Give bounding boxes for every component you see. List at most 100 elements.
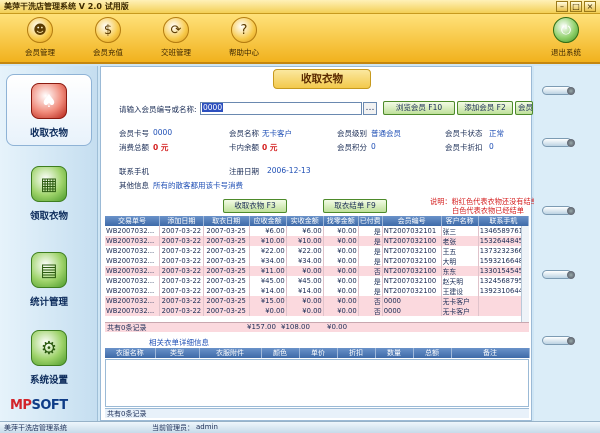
help-center-label: 帮助中心 <box>229 48 259 57</box>
detail-header-row: 衣服名称 类型 衣服附件 颜色 单价 折扣 数量 总额 备注 <box>105 348 530 358</box>
panel-title: 收取衣物 <box>273 69 371 89</box>
col-header[interactable]: 类型 <box>155 348 200 358</box>
table-cell: 是 <box>358 256 383 266</box>
col-header[interactable]: 联系手机 <box>478 216 530 226</box>
table-row[interactable]: WB2007032... 2007-03-22 2007-03-25 ¥22.00 ¥2… <box>105 246 530 256</box>
table-cell: ¥14.00 <box>249 286 287 296</box>
table-cell: 王建设 <box>441 286 479 296</box>
member-manage-f4-button[interactable]: 会员管理 F4 <box>515 101 533 115</box>
add-member-button[interactable]: 添加会员 F2 <box>457 101 513 115</box>
col-header[interactable]: 会员编号 <box>382 216 442 226</box>
table-cell: ¥0.00 <box>323 226 359 236</box>
col-header[interactable]: 取衣日期 <box>203 216 250 226</box>
records-body: WB2007032... 2007-03-22 2007-03-25 ¥6.00 ¥6.… <box>105 226 530 316</box>
search-label: 请输入会员编号或名称: <box>119 105 197 114</box>
exit-button[interactable]: ⏻ 退出系统 <box>536 17 596 61</box>
table-cell: ¥0.00 <box>286 306 324 316</box>
table-cell: 大明 <box>441 256 479 266</box>
col-header[interactable]: 应收金额 <box>249 216 287 226</box>
records-scrollbar[interactable] <box>521 226 529 322</box>
other-info-label: 其他信息 <box>119 181 149 190</box>
nav-item-pickup[interactable]: ▦ 领取衣物 <box>6 158 92 230</box>
decor-knob <box>542 206 575 215</box>
close-icon[interactable]: × <box>584 1 596 12</box>
mpsoft-logo: MPSOFT <box>10 398 68 413</box>
card-discount-value: 0 <box>489 142 494 151</box>
shift-icon: ⟳ <box>163 17 189 43</box>
member-search-input[interactable]: 0000 <box>200 102 362 115</box>
col-header[interactable]: 交易单号 <box>105 216 161 226</box>
table-row[interactable]: WB2007032... 2007-03-22 2007-03-25 ¥34.00 ¥3… <box>105 256 530 266</box>
col-header[interactable]: 添加日期 <box>159 216 204 226</box>
window-controls: – □ × <box>556 1 596 12</box>
receive-clothes-button[interactable]: 收取衣物 F3 <box>223 199 287 213</box>
table-cell: NT2007032100 <box>382 266 442 276</box>
col-header[interactable]: 颜色 <box>261 348 300 358</box>
status-admin-label: 当前管理员： <box>152 424 194 432</box>
col-header[interactable]: 实收金额 <box>286 216 324 226</box>
member-manage-button[interactable]: ☻ 会员管理 <box>10 17 70 61</box>
table-row[interactable]: WB2007032... 2007-03-22 2007-03-25 ¥11.00 ¥0… <box>105 266 530 276</box>
table-cell: 老张 <box>441 236 479 246</box>
table-row[interactable]: WB2007032... 2007-03-22 2007-03-25 ¥45.00 ¥4… <box>105 276 530 286</box>
window-title: 美萍干洗店管理系统 V 2.0 试用版 <box>4 2 129 11</box>
table-cell: ¥0.00 <box>323 266 359 276</box>
decor-knob <box>542 336 575 345</box>
table-row[interactable]: WB2007032... 2007-03-22 2007-03-25 ¥6.00 ¥6.… <box>105 226 530 236</box>
col-header[interactable]: 数量 <box>375 348 414 358</box>
col-header[interactable]: 折扣 <box>337 348 376 358</box>
toolbar: ☻ 会员管理 $ 会员充值 ⟳ 交班管理 ? 帮助中心 ⏻ 退出系统 <box>0 14 600 64</box>
maximize-icon[interactable]: □ <box>570 1 582 12</box>
col-header[interactable]: 衣服名称 <box>105 348 156 358</box>
card-status-value: 正常 <box>489 129 504 138</box>
table-cell: 王五 <box>441 246 479 256</box>
table-cell: ¥45.00 <box>249 276 287 286</box>
person-icon: ☻ <box>27 17 53 43</box>
table-cell: NT2007032100 <box>382 276 442 286</box>
card-status-label: 会员卡状态 <box>445 129 483 138</box>
records-header-row: 交易单号 添加日期 取衣日期 应收金额 实收金额 找零金额 已付费 会员编号 客… <box>105 216 530 226</box>
nav-item-settings[interactable]: ⚙ 系统设置 <box>6 322 92 394</box>
card-balance-value: 0 元 <box>262 143 278 152</box>
detail-list[interactable] <box>105 359 529 407</box>
table-cell: ¥6.00 <box>249 226 287 236</box>
table-cell: ¥0.00 <box>323 286 359 296</box>
search-dropdown-button[interactable]: … <box>363 102 377 115</box>
col-header[interactable]: 备注 <box>451 348 530 358</box>
col-header[interactable]: 衣服附件 <box>199 348 262 358</box>
table-cell: 2007-03-25 <box>203 256 250 266</box>
table-row[interactable]: WB2007032... 2007-03-22 2007-03-25 ¥15.00 ¥0… <box>105 296 530 306</box>
col-header[interactable]: 找零金额 <box>323 216 359 226</box>
table-row[interactable]: WB2007032... 2007-03-22 2007-03-25 ¥0.00 ¥0.… <box>105 306 530 316</box>
col-header[interactable]: 单价 <box>299 348 338 358</box>
chart-icon: ▤ <box>31 252 67 288</box>
nav-item-receive[interactable]: ♠ 收取衣物 <box>6 74 92 146</box>
table-cell: 张三 <box>441 226 479 236</box>
table-cell: 2007-03-22 <box>159 296 204 306</box>
pickup-settle-button[interactable]: 取衣结单 F9 <box>323 199 387 213</box>
table-cell: ¥0.00 <box>323 306 359 316</box>
help-center-button[interactable]: ? 帮助中心 <box>214 17 274 61</box>
shift-manage-button[interactable]: ⟳ 交班管理 <box>146 17 206 61</box>
table-cell: ¥22.00 <box>286 246 324 256</box>
card-no-value: 0000 <box>153 128 173 137</box>
logo-suffix: SOFT <box>31 398 68 413</box>
browse-members-button[interactable]: 浏览会员 F10 <box>383 101 455 115</box>
money-bag-icon: $ <box>95 17 121 43</box>
col-header[interactable]: 已付费 <box>358 216 383 226</box>
table-row[interactable]: WB2007032... 2007-03-22 2007-03-25 ¥10.00 ¥1… <box>105 236 530 246</box>
table-cell: ¥22.00 <box>249 246 287 256</box>
right-decoration <box>534 66 600 421</box>
table-row[interactable]: WB2007032... 2007-03-22 2007-03-25 ¥14.00 ¥1… <box>105 286 530 296</box>
table-cell: 否 <box>358 266 383 276</box>
nav-item-stats[interactable]: ▤ 统计管理 <box>6 244 92 316</box>
minimize-icon[interactable]: – <box>556 1 568 12</box>
table-cell: ¥10.00 <box>286 236 324 246</box>
col-header[interactable]: 总额 <box>413 348 452 358</box>
member-recharge-button[interactable]: $ 会员充值 <box>78 17 138 61</box>
row-color-hint: 说明：粉红色代表衣物还没有结单， 白色代表衣物已经结单 <box>430 197 545 215</box>
phone-label: 联系手机 <box>119 167 149 176</box>
table-cell: ¥0.00 <box>323 246 359 256</box>
hint-line-1: 说明：粉红色代表衣物还没有结单， <box>430 197 546 206</box>
col-header[interactable]: 客户名称 <box>441 216 479 226</box>
